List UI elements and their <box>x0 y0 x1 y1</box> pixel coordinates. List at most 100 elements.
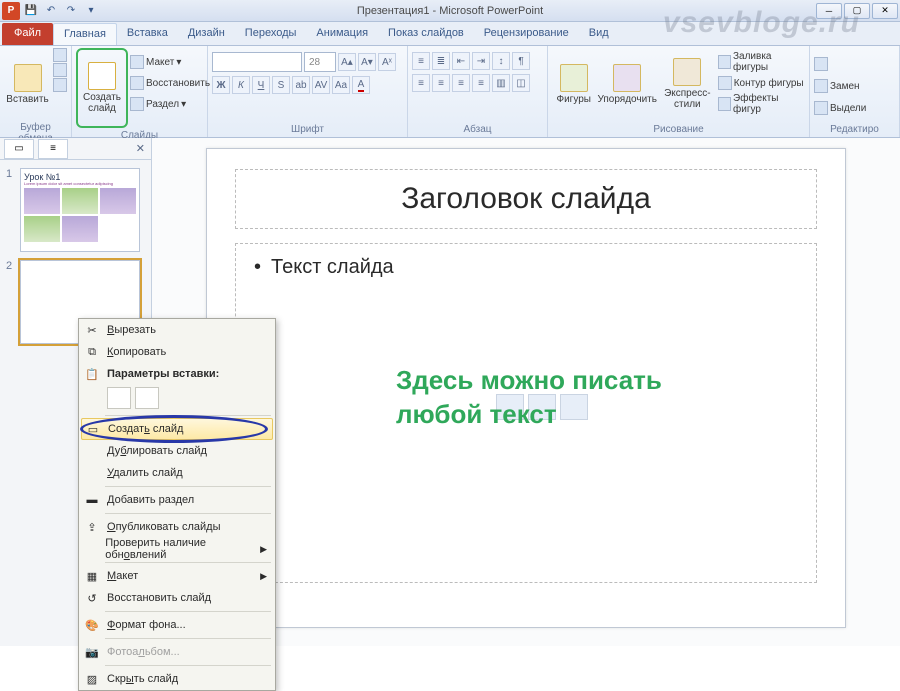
separator <box>105 638 271 639</box>
slide-body-placeholder[interactable]: •Текст слайда Здесь можно писать любой т… <box>235 243 817 583</box>
indent-inc-icon[interactable]: ⇥ <box>472 52 490 70</box>
maximize-button[interactable]: ▢ <box>844 3 870 19</box>
file-tab[interactable]: Файл <box>2 23 53 45</box>
qat-dropdown-icon[interactable]: ▾ <box>82 2 100 20</box>
quick-styles-button[interactable]: Экспресс-стили <box>659 48 716 120</box>
shapes-button[interactable]: Фигуры <box>552 48 595 120</box>
replace-button[interactable]: Замен <box>814 76 860 96</box>
panel-close-icon[interactable]: ✕ <box>136 142 145 155</box>
bullets-icon[interactable]: ≡ <box>412 52 430 70</box>
italic-icon[interactable]: К <box>232 76 250 94</box>
redo-icon[interactable]: ↷ <box>62 2 80 20</box>
format-painter-icon[interactable] <box>53 78 67 92</box>
thumbnail-1[interactable]: 1 Урок №1 Lorem ipsum dolor sit amet con… <box>6 168 145 252</box>
group-editing-label: Редактиро <box>814 122 895 137</box>
cm-cut[interactable]: ✂Вырезать <box>79 319 275 341</box>
font-size-combo[interactable]: 28 <box>304 52 336 72</box>
shape-effects-button[interactable]: Эффекты фигур <box>718 94 805 114</box>
replace-icon <box>814 79 828 93</box>
cm-paste-options <box>79 385 275 413</box>
cm-new-slide[interactable]: ▭Создать слайд <box>81 418 273 440</box>
tab-transitions[interactable]: Переходы <box>235 23 307 45</box>
paste-option-2[interactable] <box>135 387 159 409</box>
strike-icon[interactable]: S <box>272 76 290 94</box>
arrange-icon <box>613 64 641 92</box>
tab-review[interactable]: Рецензирование <box>474 23 579 45</box>
hide-icon: ▨ <box>83 671 101 687</box>
align-left-icon[interactable]: ≡ <box>412 74 430 92</box>
section-icon: ▬ <box>83 492 101 508</box>
find-icon <box>814 57 828 71</box>
grow-font-icon[interactable]: A▴ <box>338 53 356 71</box>
separator <box>105 562 271 563</box>
fill-icon <box>718 55 731 69</box>
select-button[interactable]: Выдели <box>814 98 866 118</box>
shape-outline-button[interactable]: Контур фигуры <box>718 73 805 93</box>
clear-format-icon[interactable]: Aˣ <box>378 53 396 71</box>
save-icon[interactable]: 💾 <box>22 2 40 20</box>
indent-dec-icon[interactable]: ⇤ <box>452 52 470 70</box>
bullet-item: •Текст слайда <box>254 256 798 279</box>
cm-reset-slide[interactable]: ↺Восстановить слайд <box>79 587 275 609</box>
smartart-icon[interactable]: ◫ <box>512 74 530 92</box>
reset-icon <box>130 76 144 90</box>
outline-icon <box>718 76 732 90</box>
cm-delete-slide[interactable]: Удалить слайд <box>79 462 275 484</box>
section-button[interactable]: Раздел ▾ <box>130 94 210 114</box>
shapes-icon <box>560 64 588 92</box>
new-slide-button[interactable]: Создать слайд <box>80 52 124 124</box>
tab-animations[interactable]: Анимация <box>306 23 378 45</box>
new-slide-icon: ▭ <box>84 421 102 437</box>
case-icon[interactable]: Aa <box>332 76 350 94</box>
spacing-icon[interactable]: AV <box>312 76 330 94</box>
new-slide-icon <box>88 62 116 90</box>
underline-icon[interactable]: Ч <box>252 76 270 94</box>
minimize-button[interactable]: ─ <box>816 3 842 19</box>
line-spacing-icon[interactable]: ↕ <box>492 52 510 70</box>
columns-icon[interactable]: ▥ <box>492 74 510 92</box>
cm-add-section[interactable]: ▬Добавить раздел <box>79 489 275 511</box>
paste-button[interactable]: Вставить <box>4 48 51 120</box>
font-color-icon[interactable]: A <box>352 76 370 94</box>
shrink-font-icon[interactable]: A▾ <box>358 53 376 71</box>
align-center-icon[interactable]: ≡ <box>432 74 450 92</box>
copy-icon[interactable] <box>53 63 67 77</box>
font-family-combo[interactable] <box>212 52 302 72</box>
arrange-button[interactable]: Упорядочить <box>597 48 657 120</box>
justify-icon[interactable]: ≡ <box>472 74 490 92</box>
group-font-label: Шрифт <box>212 122 403 137</box>
text-direction-icon[interactable]: ¶ <box>512 52 530 70</box>
bold-icon[interactable]: Ж <box>212 76 230 94</box>
tab-view[interactable]: Вид <box>579 23 619 45</box>
cm-check-updates[interactable]: Проверить наличие обновлений▶ <box>79 538 275 560</box>
slides-panel-tab[interactable]: ▭ <box>4 139 34 159</box>
cm-format-background[interactable]: 🎨Формат фона... <box>79 614 275 636</box>
cm-publish-slides[interactable]: ⇪Опубликовать слайды <box>79 516 275 538</box>
tab-home[interactable]: Главная <box>53 23 117 45</box>
shape-fill-button[interactable]: Заливка фигуры <box>718 52 805 72</box>
numbering-icon[interactable]: ≣ <box>432 52 450 70</box>
reset-icon: ↺ <box>83 590 101 606</box>
annotation-text: Здесь можно писать любой текст <box>396 364 662 432</box>
layout-button[interactable]: Макет ▾ <box>130 52 210 72</box>
separator <box>105 415 271 416</box>
cut-icon[interactable] <box>53 48 67 62</box>
tab-slideshow[interactable]: Показ слайдов <box>378 23 474 45</box>
slide-title-placeholder[interactable]: Заголовок слайда <box>235 169 817 229</box>
tab-design[interactable]: Дизайн <box>178 23 235 45</box>
find-button[interactable] <box>814 54 828 74</box>
cm-hide-slide[interactable]: ▨Скрыть слайд <box>79 668 275 690</box>
close-button[interactable]: ✕ <box>872 3 898 19</box>
cm-copy[interactable]: ⧉Копировать <box>79 341 275 363</box>
outline-panel-tab[interactable]: ≡ <box>38 139 68 159</box>
paste-option-1[interactable] <box>107 387 131 409</box>
ribbon: Вставить Буфер обмена Создать слайд Маке… <box>0 46 900 138</box>
undo-icon[interactable]: ↶ <box>42 2 60 20</box>
cm-layout[interactable]: ▦Макет▶ <box>79 565 275 587</box>
tab-insert[interactable]: Вставка <box>117 23 178 45</box>
reset-button[interactable]: Восстановить <box>130 73 210 93</box>
cm-duplicate-slide[interactable]: Дублировать слайд <box>79 440 275 462</box>
shadow-icon[interactable]: ab <box>292 76 310 94</box>
slide[interactable]: Заголовок слайда •Текст слайда Здесь мож… <box>206 148 846 628</box>
align-right-icon[interactable]: ≡ <box>452 74 470 92</box>
